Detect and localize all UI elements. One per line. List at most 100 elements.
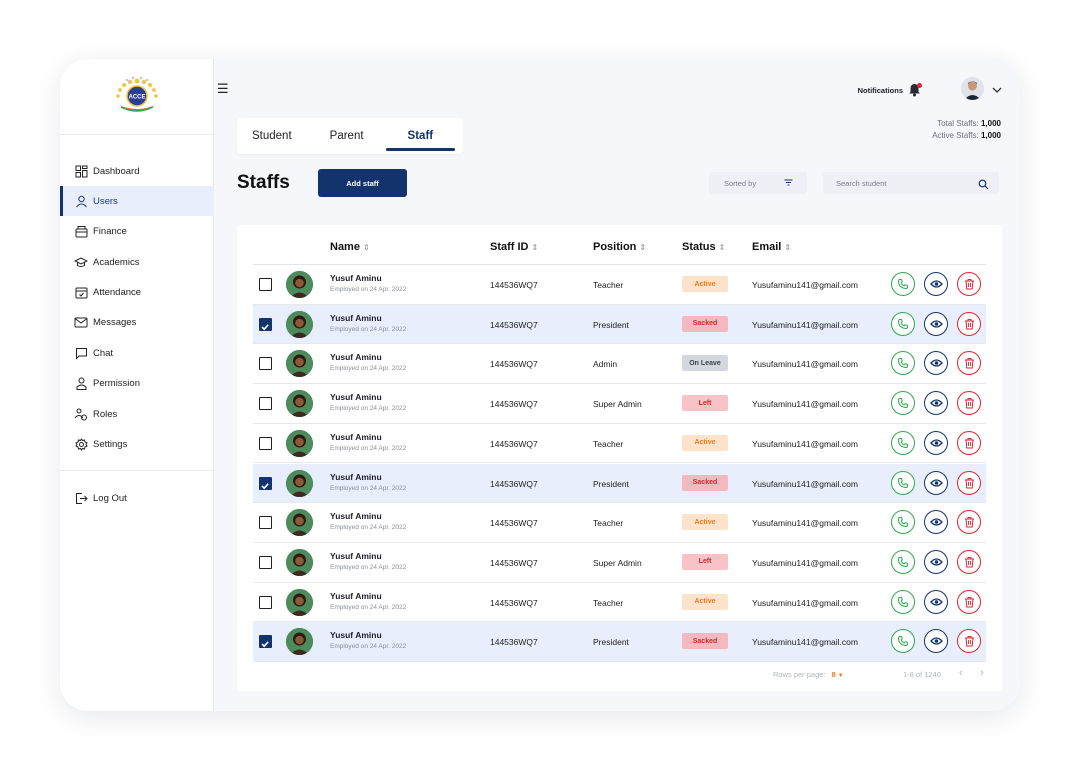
row-checkbox[interactable]: [259, 516, 272, 530]
logout-button[interactable]: Log Out: [60, 483, 214, 513]
delete-button[interactable]: [957, 430, 981, 455]
row-checkbox[interactable]: [259, 436, 272, 450]
chevron-right-icon[interactable]: ›: [980, 667, 984, 679]
row-checkbox[interactable]: [259, 595, 272, 609]
column-header-label: Status: [682, 241, 716, 253]
delete-button[interactable]: [957, 470, 981, 495]
call-button[interactable]: [891, 391, 915, 416]
trash-icon: [964, 477, 974, 488]
call-button[interactable]: [891, 510, 915, 535]
chevron-left-icon[interactable]: ‹: [959, 667, 963, 679]
view-button[interactable]: [924, 311, 948, 336]
sidebar-item-settings[interactable]: Settings: [60, 430, 214, 460]
table-row[interactable]: Yusuf Aminu Employed on 24 Apr. 2022 14453…: [253, 503, 986, 543]
view-button[interactable]: [924, 351, 948, 376]
row-checkbox[interactable]: [259, 317, 272, 331]
view-button[interactable]: [924, 272, 948, 296]
delete-button[interactable]: [957, 351, 981, 376]
sidebar-item-attendance[interactable]: Attendance: [60, 278, 214, 308]
avatar: [286, 271, 313, 298]
delete-button[interactable]: [957, 510, 981, 535]
table-row[interactable]: Yusuf Aminu Employed on 24 Apr. 2022 14453…: [253, 622, 986, 662]
row-checkbox[interactable]: [259, 278, 272, 291]
view-button[interactable]: [924, 589, 948, 614]
table-row[interactable]: Yusuf Aminu Employed on 24 Apr. 2022 14453…: [253, 384, 986, 424]
rows-per-page[interactable]: Rows per page: 8 ▼: [773, 670, 844, 679]
view-button[interactable]: [924, 629, 948, 654]
view-button[interactable]: [924, 549, 948, 574]
table-row[interactable]: Yusuf Aminu Employed on 24 Apr. 2022 14453…: [253, 304, 986, 345]
table-row[interactable]: Yusuf Aminu Employed on 24 Apr. 2022 14453…: [253, 543, 986, 583]
table-row[interactable]: Yusuf Aminu Employed on 24 Apr. 2022 14453…: [253, 583, 986, 623]
call-button[interactable]: [891, 589, 915, 614]
call-button[interactable]: [891, 272, 915, 296]
phone-icon: [897, 398, 908, 409]
sidebar-item-roles[interactable]: Roles: [60, 399, 214, 429]
staff-id: 144536WQ7: [490, 478, 538, 489]
tab-parent[interactable]: Parent: [330, 118, 364, 154]
page-title: Staffs: [237, 172, 290, 193]
column-header-position[interactable]: Position ⇕: [593, 241, 646, 253]
staff-position: Teacher: [593, 597, 624, 608]
add-staff-button[interactable]: Add staff: [318, 169, 407, 197]
delete-button[interactable]: [957, 311, 981, 336]
logo-text: ACCE: [128, 94, 145, 100]
row-checkbox[interactable]: [259, 357, 272, 371]
row-checkbox[interactable]: [259, 635, 272, 649]
trash-icon: [964, 358, 974, 369]
call-button[interactable]: [891, 629, 915, 654]
sidebar-item-messages[interactable]: Messages: [60, 308, 214, 338]
sidebar-item-finance[interactable]: Finance: [60, 217, 214, 247]
call-button[interactable]: [891, 351, 915, 376]
view-button[interactable]: [924, 470, 948, 495]
sort-dropdown[interactable]: Sorted by: [709, 172, 807, 194]
row-checkbox[interactable]: [259, 555, 272, 569]
bell-icon[interactable]: [908, 83, 922, 97]
staff-position: Teacher: [593, 518, 624, 529]
call-button[interactable]: [891, 470, 915, 495]
filter-icon: [784, 178, 793, 189]
search-input[interactable]: [823, 178, 973, 188]
call-button[interactable]: [891, 430, 915, 455]
delete-button[interactable]: [957, 272, 981, 296]
notifications[interactable]: Notifications: [858, 83, 922, 97]
view-button[interactable]: [924, 510, 948, 535]
delete-button[interactable]: [957, 391, 981, 416]
delete-button[interactable]: [957, 589, 981, 614]
table-row[interactable]: Yusuf Aminu Employed on 24 Apr. 2022 14453…: [253, 463, 986, 504]
roles-icon: [74, 407, 88, 421]
call-button[interactable]: [891, 311, 915, 336]
call-button[interactable]: [891, 549, 915, 574]
profile-avatar[interactable]: [961, 77, 984, 100]
chevron-down-icon[interactable]: [992, 81, 1002, 99]
table-row[interactable]: Yusuf Aminu Employed on 24 Apr. 2022 14453…: [253, 344, 986, 385]
tab-staff[interactable]: Staff: [385, 118, 455, 154]
view-button[interactable]: [924, 391, 948, 416]
search-icon[interactable]: [978, 177, 989, 195]
row-checkbox[interactable]: [259, 476, 272, 490]
rows-per-page-value[interactable]: 8: [832, 670, 836, 679]
column-header-name[interactable]: Name ⇕: [330, 241, 370, 253]
sidebar-item-dashboard[interactable]: Dashboard: [60, 156, 214, 186]
view-button[interactable]: [924, 430, 948, 455]
delete-button[interactable]: [957, 629, 981, 654]
staff-totals: Total Staffs: 1,000 Active Staffs: 1,000: [932, 118, 1001, 142]
column-header-staff-id[interactable]: Staff ID ⇕: [490, 241, 538, 253]
sidebar-item-permission[interactable]: Permission: [60, 369, 214, 399]
sidebar-item-users[interactable]: Users: [60, 186, 214, 217]
sort-arrows-icon: ⇕: [362, 243, 370, 252]
table-row[interactable]: Yusuf Aminu Employed on 24 Apr. 2022 14453…: [253, 424, 986, 464]
delete-button[interactable]: [957, 549, 981, 574]
column-header-status[interactable]: Status ⇕: [682, 241, 725, 253]
phone-icon: [897, 318, 908, 329]
active-staffs-label: Active Staffs:: [932, 131, 979, 140]
column-header-email[interactable]: Email ⇕: [752, 241, 791, 253]
sidebar-item-chat[interactable]: Chat: [60, 338, 214, 368]
tab-student[interactable]: Student: [252, 118, 292, 154]
sidebar-item-academics[interactable]: Academics: [60, 247, 214, 277]
menu-icon[interactable]: ☰: [217, 81, 229, 97]
logo[interactable]: ACCE: [60, 59, 213, 135]
row-checkbox[interactable]: [259, 397, 272, 411]
notifications-label: Notifications: [857, 85, 903, 95]
table-row[interactable]: Yusuf Aminu Employed on 24 Apr. 2022 14453…: [253, 265, 986, 305]
